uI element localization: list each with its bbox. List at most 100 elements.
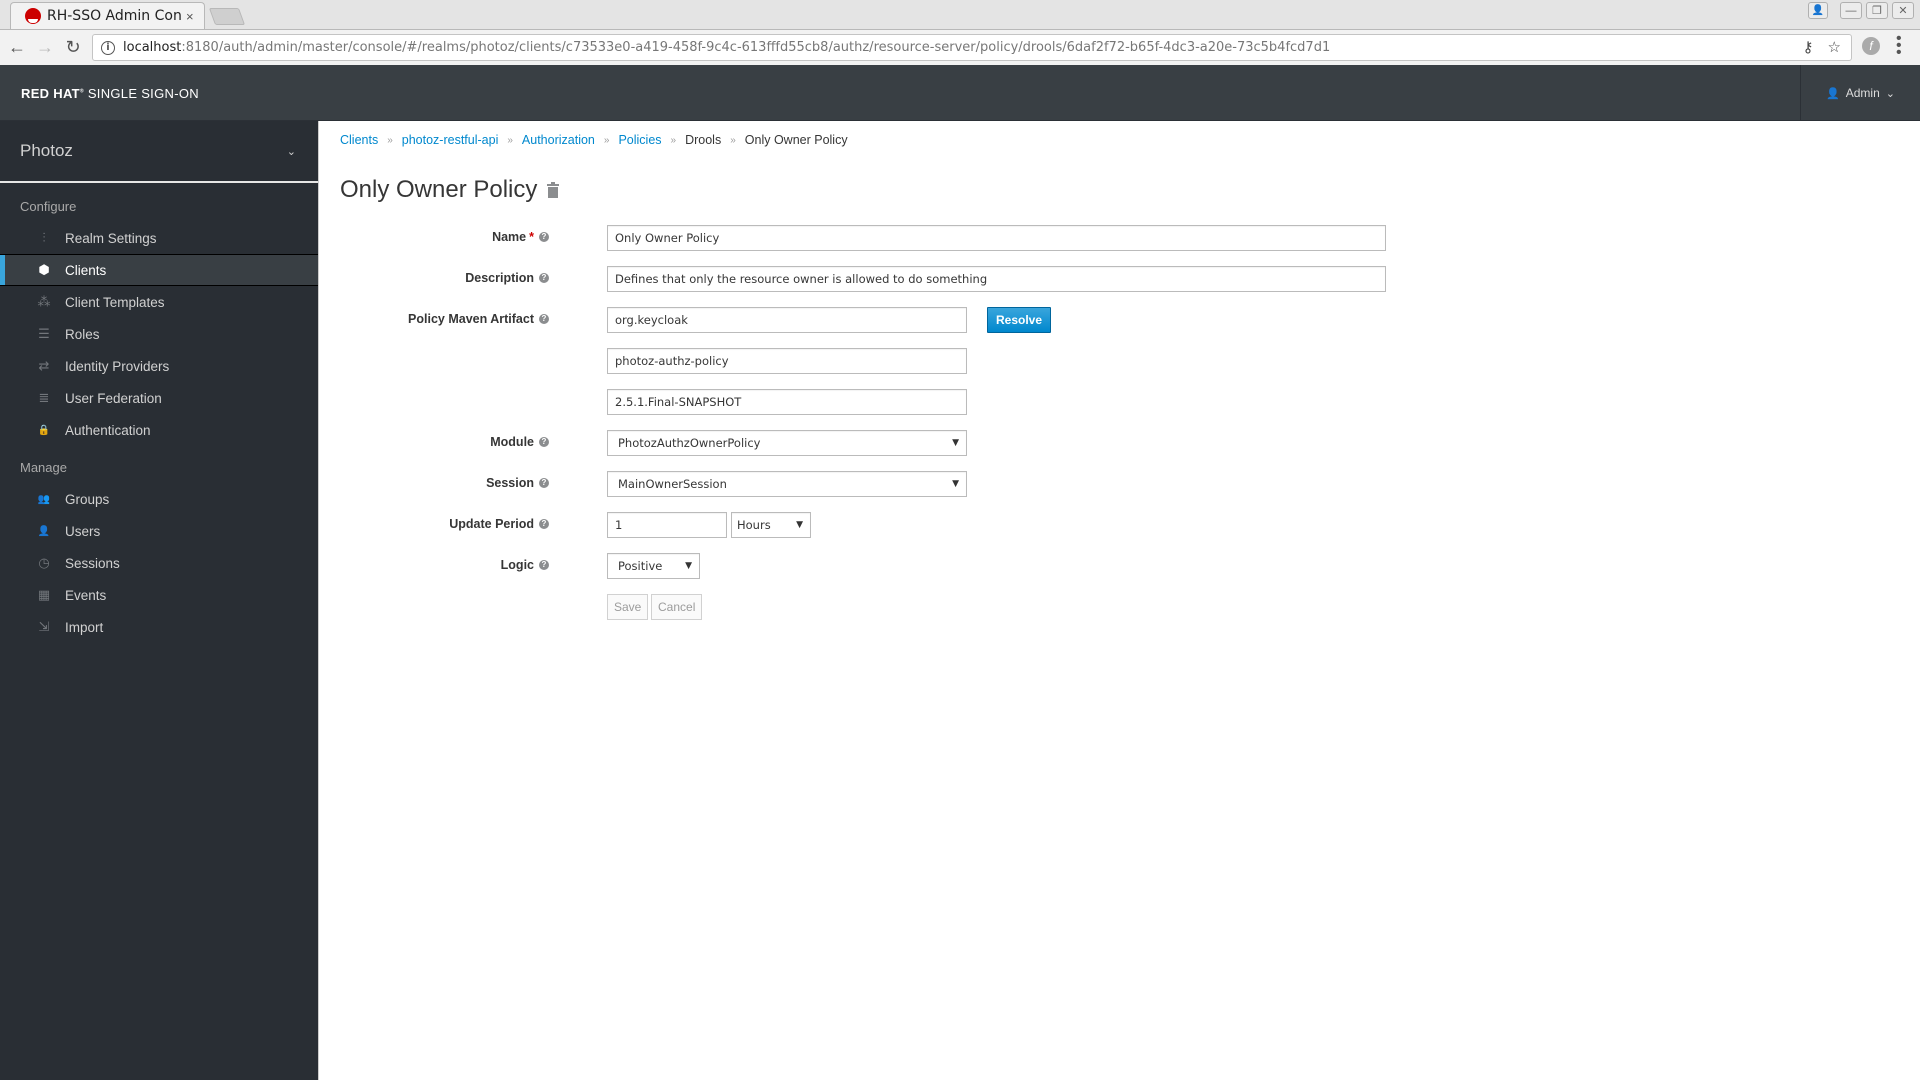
sidebar-item-label: Import xyxy=(65,619,104,635)
help-icon[interactable]: ? xyxy=(539,273,549,283)
logic-select-value: Positive xyxy=(618,559,663,573)
user-label: Admin xyxy=(1845,86,1880,100)
caret-down-icon: ▼ xyxy=(685,561,692,571)
update-period-input[interactable]: 1 xyxy=(607,512,727,538)
description-label: Description ? xyxy=(465,271,549,285)
sliders-icon: ⫶ xyxy=(42,230,46,245)
back-button[interactable]: ← xyxy=(6,36,28,58)
sidebar-item-label: Sessions xyxy=(65,555,120,571)
version-input[interactable]: 2.5.1.Final-SNAPSHOT xyxy=(607,389,967,415)
tab-close-icon[interactable]: × xyxy=(186,9,194,24)
sidebar-item-user-federation[interactable]: ≣ User Federation xyxy=(0,382,318,414)
form-row-version: 2.5.1.Final-SNAPSHOT xyxy=(320,389,1820,415)
sidebar-item-label: Events xyxy=(65,587,107,603)
address-bar[interactable]: i localhost:8180/auth/admin/master/conso… xyxy=(92,34,1852,61)
breadcrumb-current: Only Owner Policy xyxy=(744,133,848,147)
fedora-extension-icon[interactable]: f xyxy=(1862,37,1880,55)
sidebar-item-label: Authentication xyxy=(65,422,151,438)
bookmark-star-icon[interactable]: ☆ xyxy=(1828,38,1841,56)
artifact-id-input[interactable]: photoz-authz-policy xyxy=(607,348,967,374)
import-icon: ⇲ xyxy=(38,619,50,634)
required-mark: * xyxy=(529,230,534,244)
cancel-button[interactable]: Cancel xyxy=(651,594,703,620)
sidebar-item-sessions[interactable]: ◷ Sessions xyxy=(0,547,318,579)
breadcrumb-client[interactable]: photoz-restful-api xyxy=(402,133,499,147)
module-select[interactable]: PhotozAuthzOwnerPolicy ▼ xyxy=(607,430,967,456)
breadcrumb-clients[interactable]: Clients xyxy=(340,133,378,147)
main-content: Clients » photoz-restful-api » Authoriza… xyxy=(320,121,1920,1080)
breadcrumb: Clients » photoz-restful-api » Authoriza… xyxy=(340,133,848,147)
help-icon[interactable]: ? xyxy=(539,232,549,242)
app-header: RED HAT® SINGLE SIGN-ON 👤 Admin ⌄ xyxy=(0,65,1920,121)
back-arrow-icon: ← xyxy=(8,37,26,57)
sidebar-item-roles[interactable]: ☰ Roles xyxy=(0,318,318,350)
breadcrumb-authorization[interactable]: Authorization xyxy=(522,133,595,147)
cubes-icon: ⁂ xyxy=(37,294,51,309)
lock-icon: 🔒 xyxy=(37,424,51,436)
maven-artifact-label: Policy Maven Artifact ? xyxy=(408,312,549,326)
forward-button[interactable]: → xyxy=(34,36,56,58)
breadcrumb-separator: » xyxy=(730,134,736,146)
logic-select[interactable]: Positive ▼ xyxy=(607,553,700,579)
redhat-favicon-icon xyxy=(25,8,41,24)
breadcrumb-policies[interactable]: Policies xyxy=(618,133,661,147)
help-icon[interactable]: ? xyxy=(539,519,549,529)
minimize-button[interactable]: — xyxy=(1840,2,1862,19)
sidebar-item-label: Users xyxy=(65,523,101,539)
chevron-down-icon: ⌄ xyxy=(286,145,296,158)
name-label: Name * ? xyxy=(492,230,549,244)
close-icon: ✕ xyxy=(1898,5,1908,17)
module-label: Module ? xyxy=(490,435,549,449)
sidebar-item-authentication[interactable]: 🔒 Authentication xyxy=(0,414,318,446)
profile-icon: 👤 xyxy=(1811,5,1825,16)
breadcrumb-separator: » xyxy=(670,134,677,146)
sidebar-item-client-templates[interactable]: ⁂ Client Templates xyxy=(0,286,318,318)
user-icon: 👤 xyxy=(37,525,51,537)
help-icon[interactable]: ? xyxy=(539,560,549,570)
save-button[interactable]: Save xyxy=(607,594,649,620)
resolve-button[interactable]: Resolve xyxy=(987,307,1052,333)
brand-bold: RED HAT xyxy=(21,86,80,101)
realm-selector[interactable]: Photoz ⌄ xyxy=(0,121,318,183)
name-input[interactable]: Only Owner Policy xyxy=(607,225,1386,251)
group-id-value: org.keycloak xyxy=(615,313,688,327)
description-input[interactable]: Defines that only the resource owner is … xyxy=(607,266,1386,292)
reload-button[interactable]: ↻ xyxy=(62,36,84,58)
sidebar-item-identity-providers[interactable]: ⇄ Identity Providers xyxy=(0,350,318,382)
minimize-icon: — xyxy=(1845,4,1857,17)
profile-button[interactable]: 👤 xyxy=(1808,2,1828,19)
close-window-button[interactable]: ✕ xyxy=(1892,2,1914,19)
help-icon[interactable]: ? xyxy=(539,314,549,324)
restore-button[interactable]: ❐ xyxy=(1866,2,1888,19)
sidebar-item-import[interactable]: ⇲ Import xyxy=(0,611,318,643)
reload-icon: ↻ xyxy=(65,37,81,57)
new-tab-button[interactable] xyxy=(208,8,246,25)
trash-icon[interactable] xyxy=(547,181,560,198)
site-info-icon[interactable]: i xyxy=(101,40,115,55)
help-icon[interactable]: ? xyxy=(539,437,549,447)
user-icon: 👤 xyxy=(1826,87,1840,100)
breadcrumb-separator: » xyxy=(387,134,393,146)
sidebar-item-groups[interactable]: 👥 Groups xyxy=(0,483,318,515)
browser-tab[interactable]: RH-SSO Admin Cons × xyxy=(10,2,205,29)
sidebar-item-users[interactable]: 👤 Users xyxy=(0,515,318,547)
user-menu[interactable]: 👤 Admin ⌄ xyxy=(1800,65,1920,121)
sidebar-item-label: Groups xyxy=(65,491,110,507)
sidebar-item-events[interactable]: ▦ Events xyxy=(0,579,318,611)
caret-down-icon: ▼ xyxy=(952,479,959,489)
brand-logo[interactable]: RED HAT® SINGLE SIGN-ON xyxy=(21,86,199,101)
update-period-unit-select[interactable]: Hours ▼ xyxy=(731,512,811,538)
key-icon[interactable]: ⚷ xyxy=(1803,38,1814,56)
sidebar-item-realm-settings[interactable]: ⫶ Realm Settings xyxy=(0,222,318,254)
page-title-text: Only Owner Policy xyxy=(340,176,538,203)
group-id-input[interactable]: org.keycloak xyxy=(607,307,967,333)
sidebar-item-clients[interactable]: ⬢ Clients xyxy=(0,254,318,286)
browser-menu-icon[interactable]: • • • xyxy=(1896,31,1902,61)
form-row-description: Description ? Defines that only the reso… xyxy=(320,266,1820,292)
form-row-maven-artifact: Policy Maven Artifact ? org.keycloak Res… xyxy=(320,307,1820,333)
help-icon[interactable]: ? xyxy=(539,478,549,488)
url-host: localhost xyxy=(123,40,182,55)
description-label-text: Description xyxy=(465,271,534,285)
configure-section-label: Configure xyxy=(20,199,77,214)
session-select[interactable]: MainOwnerSession ▼ xyxy=(607,471,967,497)
